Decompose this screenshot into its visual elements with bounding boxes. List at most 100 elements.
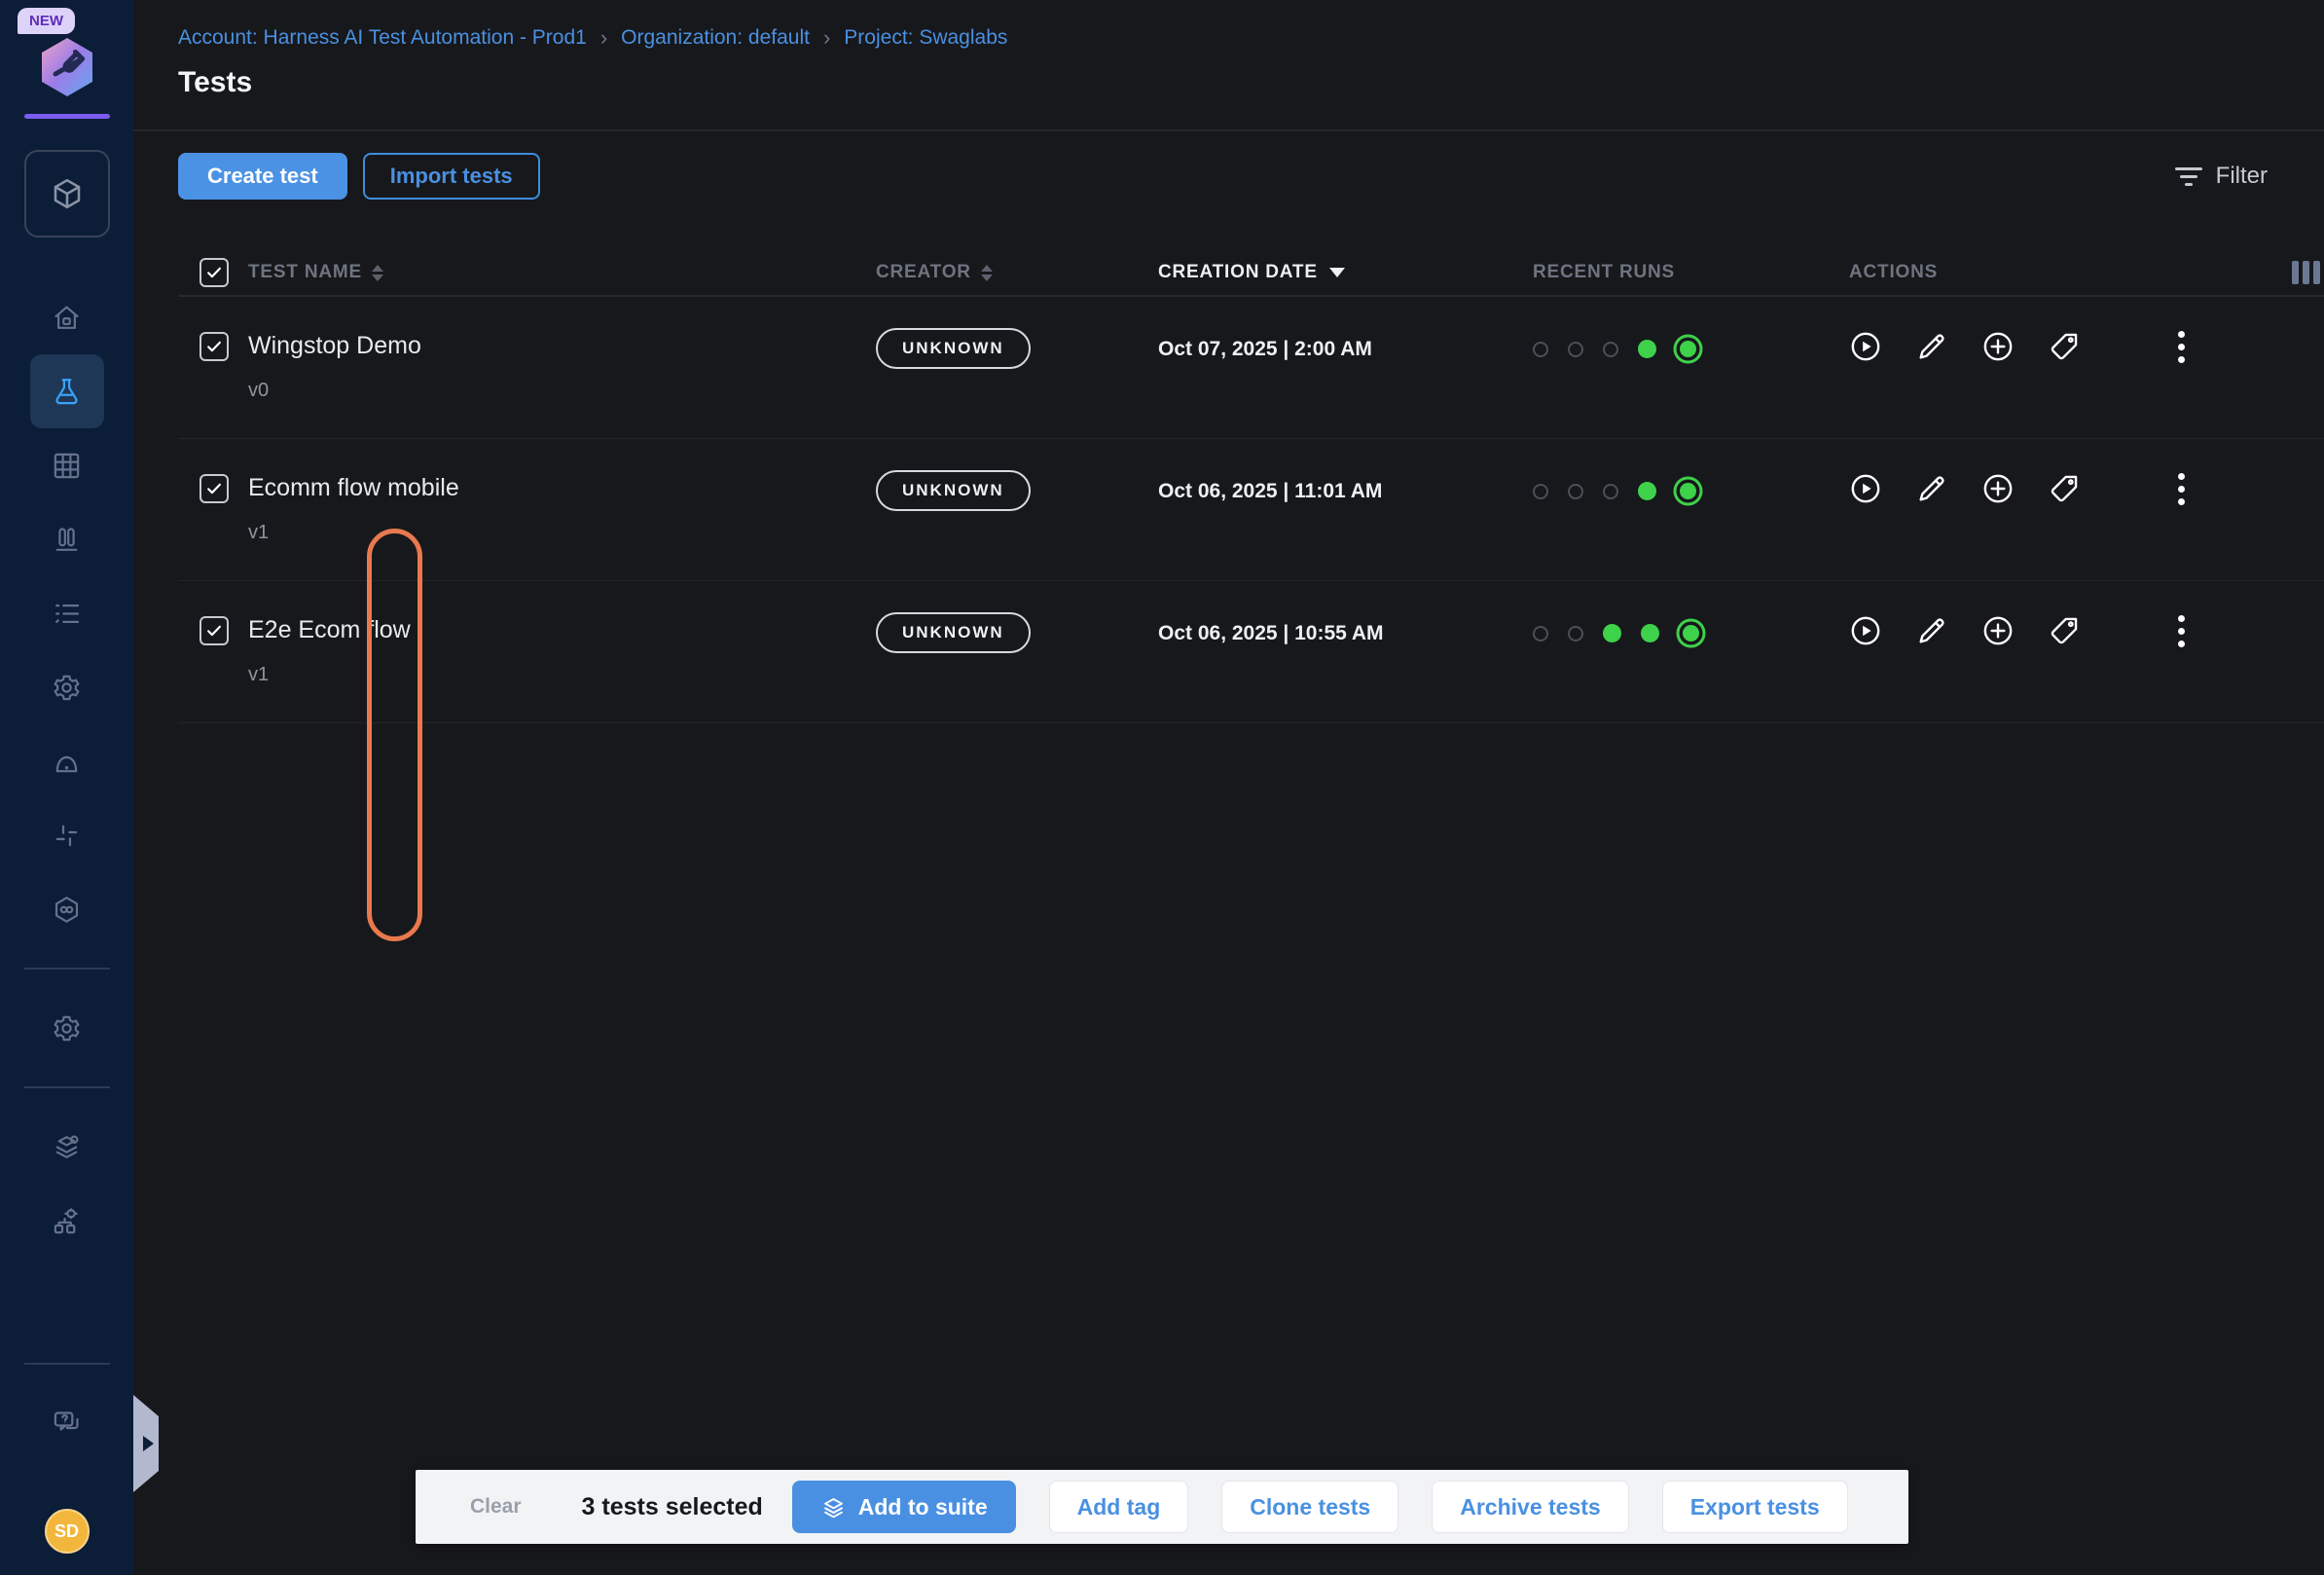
run-status-pass-dot[interactable] [1638,340,1656,358]
filter-label: Filter [2216,163,2268,190]
creation-date: Oct 06, 2025 | 10:55 AM [1158,581,1533,645]
run-status-empty-dot[interactable] [1533,626,1548,641]
breadcrumb-item[interactable]: Organization: default [621,26,810,50]
breadcrumb-item[interactable]: Project: Swaglabs [844,26,1007,50]
test-version: v1 [248,664,876,686]
row-checkbox[interactable] [200,474,229,503]
test-name[interactable]: Wingstop Demo [248,332,876,360]
run-status-empty-dot[interactable] [1533,484,1548,499]
add-tag-button[interactable]: Add tag [1049,1481,1189,1533]
breadcrumb: Account: Harness AI Test Automation - Pr… [178,25,2279,51]
breadcrumb-separator: › [600,25,607,51]
export-tests-button[interactable]: Export tests [1662,1481,1848,1533]
column-header-test-name[interactable]: TEST NAME [248,262,876,283]
brand-divider [24,114,110,119]
table-row: Ecomm flow mobile v1 UNKNOWN Oct 06, 202… [178,439,2324,581]
run-test-button[interactable] [1849,330,1882,363]
gear-icon [52,673,82,703]
column-header-recent-runs: RECENT RUNS [1533,262,1849,283]
run-status-pass-ring-dot[interactable] [1680,341,1696,357]
edit-test-button[interactable] [1915,472,1948,505]
column-header-creation-date[interactable]: CREATION DATE [1158,262,1533,283]
row-checkbox[interactable] [200,332,229,361]
edit-test-button[interactable] [1915,330,1948,363]
table-row: E2e Ecom flow v1 UNKNOWN Oct 06, 2025 | … [178,581,2324,723]
archive-tests-button[interactable]: Archive tests [1432,1481,1628,1533]
clear-selection-button[interactable]: Clear [470,1495,522,1519]
page-header: Account: Harness AI Test Automation - Pr… [133,0,2324,131]
sidebar-item-settings[interactable] [30,650,104,724]
breadcrumb-separator: › [823,25,830,51]
column-settings-icon[interactable] [2292,261,2320,284]
table-header-row: TEST NAME CREATOR CREATION DATE RECENT R… [178,250,2324,297]
sidebar-item-home[interactable] [30,280,104,354]
run-status-empty-dot[interactable] [1533,342,1548,357]
run-status-pass-ring-dot[interactable] [1683,625,1699,641]
row-checkbox[interactable] [200,616,229,645]
sort-desc-icon [1329,268,1345,277]
run-status-pass-dot[interactable] [1638,482,1656,500]
help-chat-button[interactable] [30,1386,104,1460]
recent-runs [1533,581,1849,642]
sidebar-item-data-grid[interactable] [30,428,104,502]
sidebar-item-environments[interactable] [30,1110,104,1184]
sidebar-item-project-settings[interactable] [30,991,104,1065]
tests-table: TEST NAME CREATOR CREATION DATE RECENT R… [178,250,2324,723]
tag-button[interactable] [2048,472,2081,505]
grid-icon [52,451,82,481]
create-test-button[interactable]: Create test [178,153,347,200]
add-to-suite-button[interactable] [1981,330,2015,363]
run-test-button[interactable] [1849,472,1882,505]
toolbar: Create test Import tests Filter [133,131,2324,200]
add-to-suite-button[interactable] [1981,614,2015,647]
sidebar-item-checklist[interactable] [30,576,104,650]
recent-runs [1533,297,1849,358]
more-actions-button[interactable] [2178,615,2185,647]
test-version: v1 [248,522,876,544]
run-status-empty-dot[interactable] [1603,484,1618,499]
column-header-creator[interactable]: CREATOR [876,262,1158,283]
run-status-empty-dot[interactable] [1568,484,1583,499]
select-all-checkbox[interactable] [200,258,229,287]
add-to-suite-button[interactable] [1981,472,2015,505]
sidebar-item-discover[interactable] [30,724,104,798]
sidebar-item-integrations[interactable] [30,872,104,946]
run-status-empty-dot[interactable] [1603,342,1618,357]
run-status-pass-dot[interactable] [1641,624,1659,642]
more-actions-button[interactable] [2178,473,2185,505]
app-logo-icon [39,36,95,98]
hex-infinity-icon [52,895,82,925]
tag-button[interactable] [2048,614,2081,647]
filter-button[interactable]: Filter [2175,163,2268,190]
tag-button[interactable] [2048,330,2081,363]
run-status-empty-dot[interactable] [1568,342,1583,357]
import-tests-button[interactable]: Import tests [363,153,540,200]
run-status-pass-dot[interactable] [1603,624,1621,642]
sidebar-item-slack[interactable] [30,798,104,872]
page-title: Tests [178,66,2279,99]
add-to-suite-bulk-button[interactable]: Add to suite [792,1481,1016,1533]
run-status-pass-ring-dot[interactable] [1680,483,1696,499]
test-name[interactable]: Ecomm flow mobile [248,474,876,502]
edit-test-button[interactable] [1915,614,1948,647]
sort-icon [372,265,383,281]
more-actions-button[interactable] [2178,331,2185,363]
run-status-empty-dot[interactable] [1568,626,1583,641]
selection-action-bar: Clear 3 tests selected Add to suite Add … [416,1470,1908,1544]
creator-badge: UNKNOWN [876,612,1031,653]
breadcrumb-item[interactable]: Account: Harness AI Test Automation - Pr… [178,26,587,50]
run-test-button[interactable] [1849,614,1882,647]
sidebar-item-infrastructure[interactable] [30,1184,104,1258]
avatar[interactable]: SD [45,1509,90,1554]
creator-badge: UNKNOWN [876,470,1031,511]
home-icon [52,303,82,333]
module-switcher-button[interactable] [24,150,110,238]
chevron-right-icon [143,1436,154,1451]
clone-tests-button[interactable]: Clone tests [1221,1481,1398,1533]
selected-count-label: 3 tests selected [582,1493,763,1521]
table-row: Wingstop Demo v0 UNKNOWN Oct 07, 2025 | … [178,297,2324,439]
gear-icon [52,1013,82,1044]
sidebar-item-tests[interactable] [30,354,104,428]
test-name[interactable]: E2e Ecom flow [248,616,876,644]
sidebar-item-test-tubes[interactable] [30,502,104,576]
